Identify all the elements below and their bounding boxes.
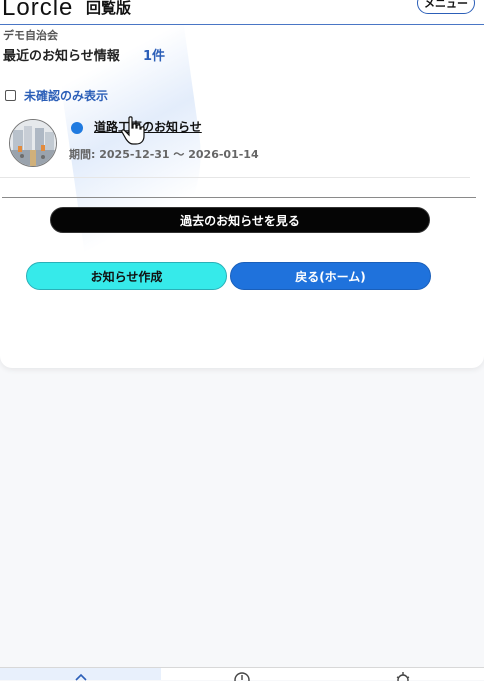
hand-pointer-cursor-icon <box>121 116 145 145</box>
nav-tab-history[interactable] <box>161 668 322 681</box>
street-illustration-icon <box>10 120 56 166</box>
unread-only-label[interactable]: 未確認のみ表示 <box>24 87 108 104</box>
section-divider <box>2 197 476 198</box>
app-header: Lorcle 回覧版 メニュー <box>0 0 484 25</box>
nav-tab-settings[interactable] <box>323 668 484 681</box>
notice-period: 期間: 2025-12-31 〜 2026-01-14 <box>69 148 259 161</box>
section-title: 最近のお知らせ情報 <box>3 49 120 64</box>
create-notice-button[interactable]: お知らせ作成 <box>26 262 227 290</box>
notice-thumbnail <box>9 119 57 167</box>
unread-only-checkbox[interactable] <box>5 90 16 101</box>
menu-button[interactable]: メニュー <box>417 0 475 14</box>
back-home-button[interactable]: 戻る(ホーム) <box>230 262 431 290</box>
notice-title-link[interactable]: 道路工事のお知らせ <box>94 118 202 135</box>
app-logo-subtitle: 回覧版 <box>86 0 132 17</box>
nav-tab-home[interactable] <box>0 668 162 681</box>
past-notices-button[interactable]: 過去のお知らせを見る <box>50 207 430 233</box>
home-icon <box>75 673 87 681</box>
notice-list-item[interactable]: 道路工事のお知らせ 期間: 2025-12-31 〜 2026-01-14 <box>0 115 470 178</box>
clock-icon <box>234 672 250 681</box>
unread-filter[interactable]: 未確認のみ表示 <box>5 87 108 104</box>
notice-count: 1件 <box>143 49 166 64</box>
app-logo: Lorcle <box>2 0 74 21</box>
gear-icon <box>396 672 410 681</box>
unread-indicator <box>71 122 83 134</box>
notice-card: デモ自治会 最近のお知らせ情報 1件 未確認のみ表示 道路工事のお知らせ 期間: <box>0 25 484 368</box>
organization-name: デモ自治会 <box>3 29 58 42</box>
bottom-navigation <box>0 667 484 681</box>
